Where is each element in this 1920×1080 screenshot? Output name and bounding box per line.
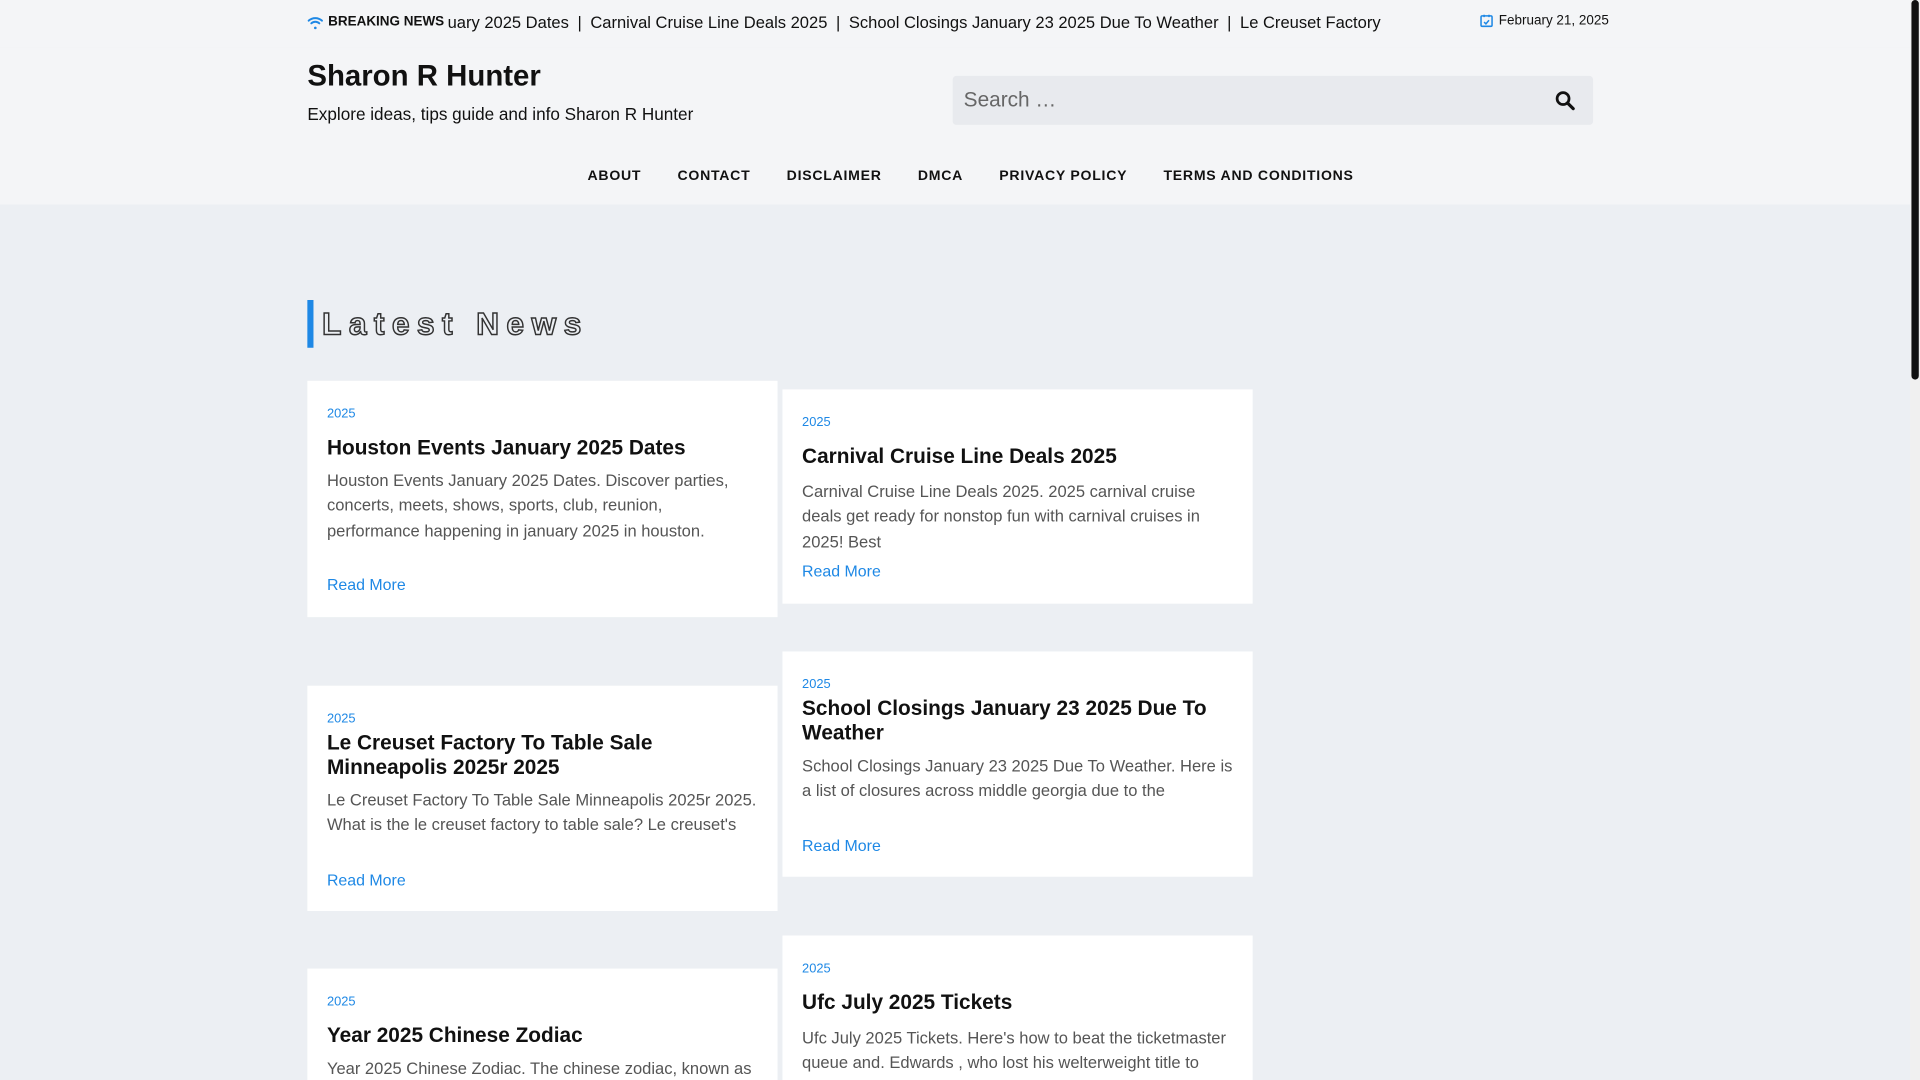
post-title[interactable]: Houston Events January 2025 Dates	[327, 436, 758, 461]
post-title[interactable]: Ufc July 2025 Tickets	[802, 991, 1233, 1016]
breaking-news-text: BREAKING NEWS	[328, 14, 445, 30]
post-title[interactable]: Year 2025 Chinese Zodiac	[327, 1024, 758, 1049]
post-category[interactable]: 2025	[327, 994, 758, 1009]
post-category[interactable]: 2025	[327, 711, 758, 726]
read-more-link[interactable]: Read More	[327, 576, 758, 594]
calendar-check-icon	[1480, 14, 1493, 28]
post-card: 2025 School Closings January 23 2025 Due…	[782, 651, 1253, 877]
page-scrollbar[interactable]	[1910, 0, 1920, 1080]
current-date: February 21, 2025	[1479, 13, 1609, 28]
scrollbar-thumb[interactable]	[1911, 0, 1919, 380]
ticker-separator: |	[835, 13, 841, 32]
site-title[interactable]: Sharon R Hunter	[307, 60, 540, 94]
post-excerpt: School Closings January 23 2025 Due To W…	[802, 756, 1233, 800]
ticker-separator: |	[577, 13, 582, 32]
ticker-item[interactable]: School Closings January 23 2025 Due To W…	[849, 13, 1219, 31]
breaking-news-label: BREAKING NEWS	[307, 14, 445, 30]
section-heading: Latest News	[307, 300, 588, 348]
ticker-item[interactable]: Le Creuset Factory To	[1240, 13, 1384, 31]
post-category[interactable]: 2025	[327, 407, 758, 422]
nav-item-contact[interactable]: CONTACT	[659, 151, 768, 202]
nav-item-disclaimer[interactable]: DISCLAIMER	[769, 151, 900, 202]
post-card: 2025 Carnival Cruise Line Deals 2025 Car…	[782, 389, 1253, 604]
read-more-link[interactable]: Read More	[327, 871, 758, 889]
post-excerpt: Year 2025 Chinese Zodiac. The chinese zo…	[326, 1059, 752, 1078]
post-title[interactable]: Le Creuset Factory To Table Sale Minneap…	[327, 731, 758, 780]
main-navigation: ABOUT CONTACT DISCLAIMER DMCA PRIVACY PO…	[0, 151, 1910, 205]
date-text: February 21, 2025	[1498, 13, 1609, 29]
search-form	[952, 75, 1594, 125]
wifi-icon	[307, 16, 323, 29]
post-excerpt: Houston Events January 2025 Dates. Disco…	[326, 471, 729, 540]
search-input[interactable]	[952, 88, 1529, 113]
nav-item-dmca[interactable]: DMCA	[900, 151, 981, 202]
post-title[interactable]: Carnival Cruise Line Deals 2025	[802, 444, 1233, 469]
top-bar: BREAKING NEWS nuary 2025 Dates | Carniva…	[0, 0, 1911, 48]
site-header: Sharon R Hunter Explore ideas, tips guid…	[0, 47, 1911, 205]
ticker-item[interactable]: Carnival Cruise Line Deals 2025	[590, 13, 827, 31]
news-ticker: nuary 2025 Dates | Carnival Cruise Line …	[448, 13, 1384, 31]
read-more-link[interactable]: Read More	[802, 562, 1233, 580]
post-card: 2025 Le Creuset Factory To Table Sale Mi…	[307, 685, 778, 912]
nav-item-about[interactable]: ABOUT	[569, 151, 659, 202]
ticker-item[interactable]: nuary 2025 Dates	[448, 13, 569, 31]
post-category[interactable]: 2025	[802, 415, 1233, 430]
post-card: 2025 Ufc July 2025 Tickets Ufc July 2025…	[782, 935, 1253, 1080]
post-excerpt: Ufc July 2025 Tickets. Here's how to bea…	[802, 1028, 1227, 1072]
post-card: 2025 Houston Events January 2025 Dates H…	[307, 380, 778, 618]
nav-item-privacy-policy[interactable]: PRIVACY POLICY	[981, 151, 1145, 202]
section-title: Latest News	[321, 304, 589, 342]
post-title[interactable]: School Closings January 23 2025 Due To W…	[802, 697, 1233, 746]
ticker-separator: |	[1227, 13, 1232, 32]
read-more-link[interactable]: Read More	[802, 836, 1233, 854]
nav-item-terms[interactable]: TERMS AND CONDITIONS	[1145, 151, 1371, 202]
post-category[interactable]: 2025	[802, 961, 1233, 976]
post-card: 2025 Year 2025 Chinese Zodiac Year 2025 …	[307, 968, 778, 1080]
site-description: Explore ideas, tips guide and info Sharo…	[307, 104, 694, 124]
search-icon[interactable]	[1554, 89, 1576, 111]
post-excerpt: Carnival Cruise Line Deals 2025. 2025 ca…	[802, 482, 1200, 551]
post-excerpt: Le Creuset Factory To Table Sale Minneap…	[326, 791, 757, 835]
post-category[interactable]: 2025	[802, 677, 1233, 692]
